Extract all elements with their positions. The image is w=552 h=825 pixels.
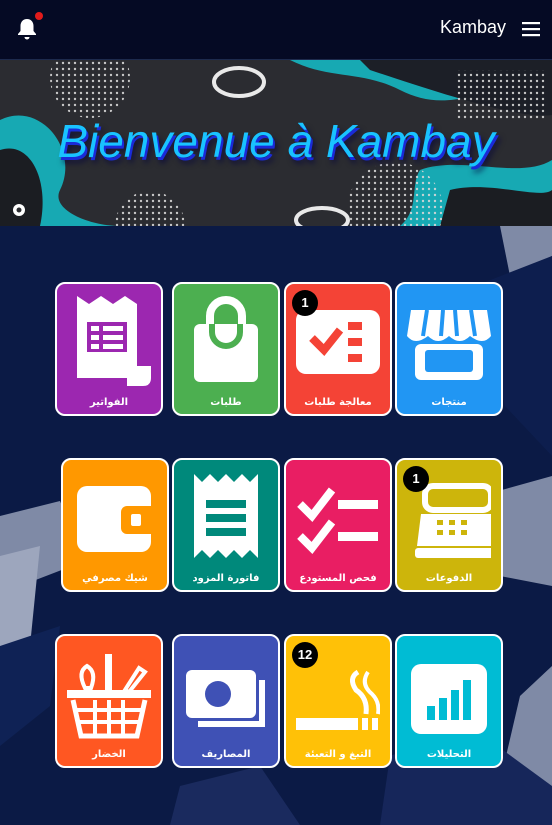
- app-header: Kambay: [0, 0, 552, 60]
- tile-analyses[interactable]: التحليلات: [395, 634, 503, 768]
- tile-commandes[interactable]: طلبات: [172, 282, 280, 416]
- tile-depenses[interactable]: المصاريف: [172, 634, 280, 768]
- notification-badge: 12: [292, 642, 318, 668]
- checkbox-list-icon: [297, 487, 378, 555]
- tile-label: الخضار: [92, 749, 126, 760]
- shopping-bag-icon: [194, 296, 258, 382]
- hamburger-menu-icon[interactable]: [522, 21, 540, 37]
- tile-label: منتجات: [431, 397, 467, 408]
- receipt-icon: [194, 474, 258, 558]
- bar-chart-icon: [411, 664, 487, 734]
- bell-icon[interactable]: [16, 17, 38, 41]
- tile-label: التبغ و التعبئة: [304, 749, 372, 760]
- tile-factures[interactable]: الفواتير: [55, 282, 163, 416]
- app-title: Kambay: [439, 17, 506, 37]
- tile-label: شيك مصرفي: [82, 573, 148, 584]
- invoice-icon: [77, 296, 151, 386]
- tile-facture-fournisseur[interactable]: فاتورة المزود: [172, 458, 280, 592]
- tile-legumes[interactable]: الخضار: [55, 634, 163, 768]
- tile-label: التحليلات: [426, 749, 472, 760]
- tile-produits[interactable]: منتجات: [395, 282, 503, 416]
- wallet-icon: [77, 486, 157, 552]
- notification-badge: 1: [403, 466, 429, 492]
- tile-label: معالجة طلبات: [304, 397, 372, 408]
- tile-label: الفواتير: [89, 397, 129, 408]
- tile-inventaire[interactable]: فحص المستودع: [284, 458, 392, 592]
- vegetable-basket-icon: [67, 654, 151, 739]
- welcome-title: Bienvenue à Kambay: [57, 115, 495, 167]
- tile-label: المصاريف: [201, 749, 251, 760]
- tile-label: فحص المستودع: [299, 573, 377, 584]
- tile-traitement-commandes[interactable]: 1 معالجة طلبات: [284, 282, 392, 416]
- tile-paiements[interactable]: 1 الدفوعات: [395, 458, 503, 592]
- welcome-banner: Bienvenue à Kambay: [0, 60, 552, 226]
- tile-label: الدفوعات: [425, 573, 473, 584]
- money-icon: [186, 670, 265, 727]
- tile-cheque[interactable]: شيك مصرفي: [61, 458, 169, 592]
- storefront-icon: [407, 309, 491, 380]
- notification-dot: [35, 12, 43, 20]
- tile-label: طلبات: [210, 397, 242, 408]
- notification-badge: 1: [292, 290, 318, 316]
- tile-label: فاتورة المزود: [192, 573, 260, 584]
- tile-tabac[interactable]: 12 التبغ و التعبئة: [284, 634, 392, 768]
